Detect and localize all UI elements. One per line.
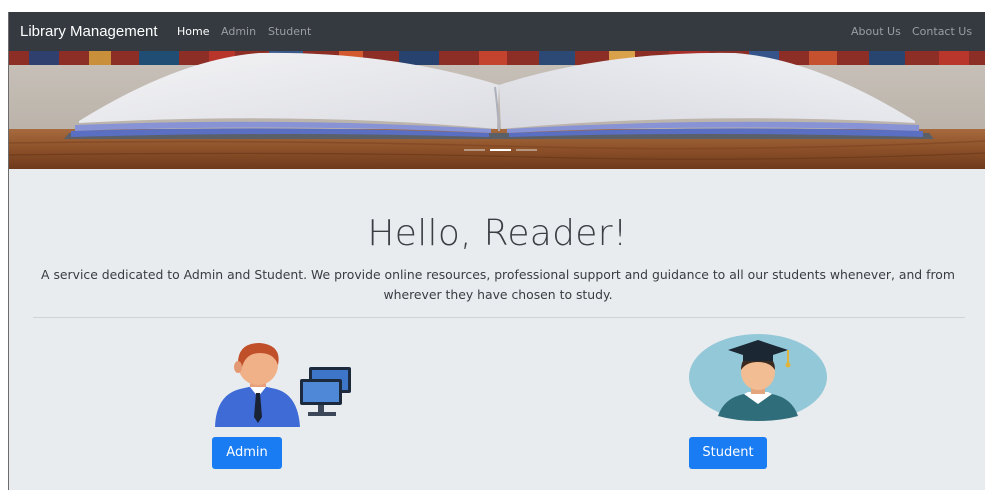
hero-lead-text: A service dedicated to Admin and Student…: [41, 267, 955, 302]
bookshelf-spines: [9, 51, 985, 65]
student-button[interactable]: Student: [689, 437, 767, 469]
carousel-indicator-1[interactable]: [464, 149, 485, 151]
graduate-student-icon: [688, 334, 828, 421]
nav-link-home[interactable]: Home: [177, 12, 209, 51]
navbar: Library Management Home Admin Student Ab…: [9, 12, 985, 51]
admin-computer-icon: [212, 339, 354, 427]
admin-button[interactable]: Admin: [212, 437, 282, 469]
nav-link-about-us[interactable]: About Us: [851, 12, 901, 51]
jumbotron: Hello, Reader! A service dedicated to Ad…: [9, 169, 985, 490]
open-book-slide-image: [9, 51, 985, 169]
hero-carousel[interactable]: [9, 51, 985, 169]
nav-link-contact-us[interactable]: Contact Us: [912, 12, 972, 51]
carousel-indicator-3[interactable]: [516, 149, 537, 151]
nav-link-admin[interactable]: Admin: [221, 12, 256, 51]
hero-divider: [33, 317, 965, 318]
carousel-indicator-2[interactable]: [490, 149, 511, 151]
page-frame: Library Management Home Admin Student Ab…: [8, 12, 985, 490]
navbar-brand[interactable]: Library Management: [20, 12, 158, 51]
nav-link-student[interactable]: Student: [268, 12, 311, 51]
hero-title: Hello, Reader!: [367, 213, 628, 254]
